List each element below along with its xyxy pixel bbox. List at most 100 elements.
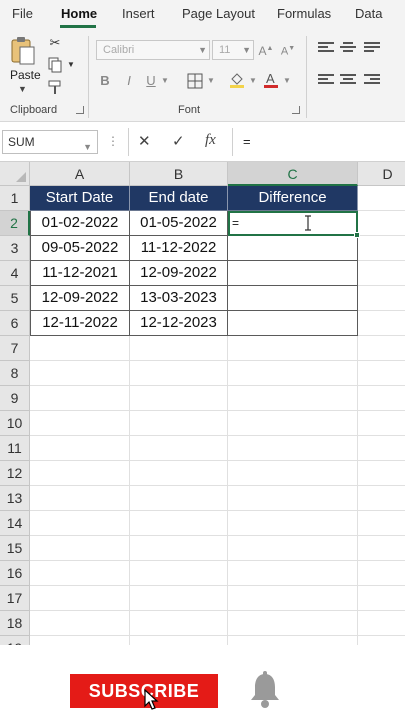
row-header-11[interactable]: 11 xyxy=(0,436,30,461)
data-cell[interactable]: 12-09-2022 xyxy=(30,286,130,311)
data-cell[interactable]: 11-12-2021 xyxy=(30,261,130,286)
more-options-icon[interactable]: ⋮ xyxy=(107,134,119,148)
empty-cell[interactable] xyxy=(358,336,405,361)
data-cell[interactable]: 09-05-2022 xyxy=(30,236,130,261)
empty-cell[interactable] xyxy=(358,461,405,486)
empty-cell[interactable] xyxy=(130,561,228,586)
font-name-select[interactable]: Calibri ▼ xyxy=(96,40,210,60)
empty-cell[interactable] xyxy=(30,336,130,361)
row-header-1[interactable]: 1 xyxy=(0,186,30,211)
row-header-17[interactable]: 17 xyxy=(0,586,30,611)
empty-cell[interactable] xyxy=(228,511,358,536)
data-cell[interactable] xyxy=(228,236,358,261)
data-cell[interactable]: 12-11-2022 xyxy=(30,311,130,336)
row-header-15[interactable]: 15 xyxy=(0,536,30,561)
header-cell[interactable]: Start Date xyxy=(30,186,130,211)
align-right-icon[interactable] xyxy=(364,74,380,86)
confirm-entry-icon[interactable]: ✓ xyxy=(172,132,185,150)
data-cell[interactable]: 01-05-2022 xyxy=(130,211,228,236)
empty-cell[interactable] xyxy=(30,411,130,436)
empty-cell[interactable] xyxy=(358,436,405,461)
empty-cell[interactable] xyxy=(30,586,130,611)
empty-cell[interactable] xyxy=(228,436,358,461)
formula-input[interactable]: = xyxy=(232,128,405,156)
empty-cell[interactable] xyxy=(130,461,228,486)
active-cell[interactable]: = xyxy=(228,211,358,236)
empty-cell[interactable] xyxy=(130,611,228,636)
empty-cell[interactable] xyxy=(358,511,405,536)
empty-cell[interactable] xyxy=(358,311,405,336)
row-header-12[interactable]: 12 xyxy=(0,461,30,486)
empty-cell[interactable] xyxy=(358,261,405,286)
empty-cell[interactable] xyxy=(30,536,130,561)
fill-handle[interactable] xyxy=(354,232,360,238)
empty-cell[interactable] xyxy=(358,486,405,511)
empty-cell[interactable] xyxy=(358,411,405,436)
align-middle-icon[interactable] xyxy=(340,42,356,54)
fill-color-icon[interactable] xyxy=(228,70,246,88)
empty-cell[interactable] xyxy=(130,411,228,436)
data-cell[interactable]: 12-12-2023 xyxy=(130,311,228,336)
format-painter-icon[interactable] xyxy=(46,78,64,96)
select-all-corner[interactable] xyxy=(0,162,30,186)
empty-cell[interactable] xyxy=(358,536,405,561)
empty-cell[interactable] xyxy=(228,336,358,361)
empty-cell[interactable] xyxy=(130,536,228,561)
row-header-14[interactable]: 14 xyxy=(0,511,30,536)
empty-cell[interactable] xyxy=(228,411,358,436)
empty-cell[interactable] xyxy=(228,636,358,645)
underline-dropdown-icon[interactable]: ▼ xyxy=(160,72,170,90)
header-cell[interactable]: Difference xyxy=(228,186,358,211)
empty-cell[interactable] xyxy=(228,611,358,636)
copy-dropdown-icon[interactable]: ▼ xyxy=(62,56,80,74)
empty-cell[interactable] xyxy=(358,611,405,636)
decrease-font-icon[interactable]: A▼ xyxy=(280,40,296,58)
data-cell[interactable] xyxy=(228,261,358,286)
underline-button[interactable]: U xyxy=(144,72,158,90)
empty-cell[interactable] xyxy=(130,586,228,611)
data-cell[interactable]: 12-09-2022 xyxy=(130,261,228,286)
empty-cell[interactable] xyxy=(358,211,405,236)
menu-page-layout[interactable]: Page Layout xyxy=(182,6,255,21)
row-header-9[interactable]: 9 xyxy=(0,386,30,411)
empty-cell[interactable] xyxy=(358,561,405,586)
empty-cell[interactable] xyxy=(130,636,228,645)
row-header-8[interactable]: 8 xyxy=(0,361,30,386)
empty-cell[interactable] xyxy=(30,361,130,386)
empty-cell[interactable] xyxy=(30,461,130,486)
row-header-5[interactable]: 5 xyxy=(0,286,30,311)
menu-insert[interactable]: Insert xyxy=(122,6,155,21)
empty-cell[interactable] xyxy=(30,636,130,645)
menu-file[interactable]: File xyxy=(12,6,33,21)
font-launcher-icon[interactable] xyxy=(292,106,300,114)
row-header-2[interactable]: 2 xyxy=(0,211,30,236)
clipboard-launcher-icon[interactable] xyxy=(76,106,84,114)
header-cell[interactable]: End date xyxy=(130,186,228,211)
empty-cell[interactable] xyxy=(30,611,130,636)
font-size-select[interactable]: 11 ▼ xyxy=(212,40,254,60)
empty-cell[interactable] xyxy=(30,561,130,586)
empty-cell[interactable] xyxy=(228,361,358,386)
empty-cell[interactable] xyxy=(130,436,228,461)
empty-cell[interactable] xyxy=(228,561,358,586)
row-header-6[interactable]: 6 xyxy=(0,311,30,336)
data-cell[interactable]: 13-03-2023 xyxy=(130,286,228,311)
empty-cell[interactable] xyxy=(30,386,130,411)
fill-color-dropdown-icon[interactable]: ▼ xyxy=(248,72,258,90)
notification-bell-icon[interactable] xyxy=(248,671,282,709)
empty-cell[interactable] xyxy=(228,461,358,486)
row-header-7[interactable]: 7 xyxy=(0,336,30,361)
paste-label[interactable]: Paste xyxy=(10,68,41,82)
row-header-19[interactable]: 19 xyxy=(0,636,30,645)
paste-dropdown-icon[interactable]: ▼ xyxy=(18,84,27,94)
empty-cell[interactable] xyxy=(130,361,228,386)
name-box[interactable]: SUM ▼ xyxy=(2,130,98,154)
row-header-18[interactable]: 18 xyxy=(0,611,30,636)
menu-home[interactable]: Home xyxy=(61,6,97,21)
italic-button[interactable]: I xyxy=(122,72,136,90)
worksheet-grid[interactable]: A B C D 1 Start Date End date Difference 2 01-02-… xyxy=(0,162,405,645)
cancel-entry-icon[interactable]: ✕ xyxy=(138,132,151,150)
align-top-icon[interactable] xyxy=(318,42,334,54)
insert-function-icon[interactable]: fx xyxy=(205,132,216,149)
data-cell[interactable]: 01-02-2022 xyxy=(30,211,130,236)
